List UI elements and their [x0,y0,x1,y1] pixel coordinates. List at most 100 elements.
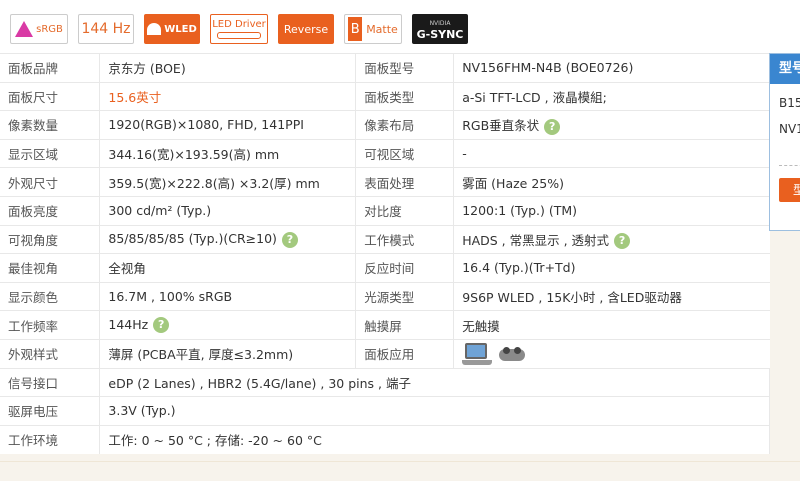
spec-row: 最佳视角 全视角 反应时间 16.4 (Typ.)(Tr+Td) [0,253,770,283]
spec-row: 面板尺寸 15.6英寸 面板类型 a-Si TFT-LCD , 液晶模組; [0,81,770,111]
spec-label: 信号接口 [0,367,101,397]
spec-value-text: 京东方 (BOE) [108,61,186,77]
spec-value-text: 雾面 (Haze 25%) [462,175,564,191]
spec-value: 全视角 [99,253,357,283]
spec-row: 工作频率 144Hz? 触摸屏 无触摸 [0,310,770,340]
spec-label: 面板尺寸 [0,81,101,111]
spec-row: 面板品牌 京东方 (BOE) 面板型号 NV156FHM-N4B (BOE0726) [0,53,770,83]
spec-value: 16.4 (Typ.)(Tr+Td) [453,253,770,283]
spec-label: 表面处理 [355,167,455,197]
wled-badge[interactable]: WLED [144,14,200,44]
spec-table-body: 面板品牌 京东方 (BOE) 面板型号 NV156FHM-N4B (BOE0726) 面… [0,53,770,454]
spec-row: 工作环境 工作: 0 ~ 50 °C ; 存储: -20 ~ 60 °C [0,424,770,454]
spec-value: - [453,138,770,168]
spec-value: eDP (2 Lanes) , HBR2 (5.4G/lane) , 30 pi… [99,367,770,397]
spec-value: 9S6P WLED , 15K小时 , 含LED驱动器 [453,281,770,311]
help-icon[interactable]: ? [614,233,631,250]
spec-label: 面板亮度 [0,195,101,226]
spec-row: 面板亮度 300 cd/m² (Typ.) 对比度 1200:1 (Typ.) (TM… [0,195,770,226]
model-search-input[interactable] [779,144,800,166]
spec-value: 15.6英寸 [99,81,357,111]
spec-label: 最佳视角 [0,253,101,283]
spec-value-text: - [462,146,467,162]
spec-label: 面板型号 [355,53,455,83]
spec-row: 信号接口 eDP (2 Lanes) , HBR2 (5.4G/lane) , 3… [0,367,770,397]
spec-label: 触摸屏 [355,310,455,340]
spec-label: 可视角度 [0,224,101,254]
spec-value-text: 359.5(宽)×222.8(高) ×3.2(厚) mm [108,175,320,191]
led-driver-label: LED Driver [212,19,266,30]
spec-label: 像素布局 [355,110,455,140]
model-search-button[interactable]: 型 [779,178,800,202]
spec-label: 外观样式 [0,338,101,369]
refresh-rate-label: 144 Hz [81,21,131,37]
spec-value: 300 cd/m² (Typ.) [99,195,357,226]
srgb-label: sRGB [36,23,63,35]
spec-value: 雾面 (Haze 25%) [453,167,770,197]
help-icon[interactable]: ? [153,317,170,334]
refresh-rate-badge[interactable]: 144 Hz [78,14,134,44]
gsync-label: G-SYNC [416,28,464,41]
help-icon[interactable]: ? [281,231,298,248]
badge-strip: sRGB 144 Hz WLED LED Driver Reverse B Ma… [0,0,800,53]
spec-value-text: 300 cd/m² (Typ.) [108,203,212,219]
laptop-screen-shape [465,342,488,359]
spec-label: 显示区域 [0,138,101,168]
spec-label: 对比度 [355,195,455,226]
spec-value-text: 144Hz [108,316,149,332]
spec-value: a-Si TFT-LCD , 液晶模組; [453,81,770,111]
spec-value-text: 344.16(宽)×193.59(高) mm [108,147,280,163]
spec-label: 面板类型 [355,81,455,111]
spec-label: 工作频率 [0,310,101,340]
color-gamut-icon [15,21,34,37]
spec-label: 工作模式 [355,224,455,254]
spec-value-text: 85/85/85/85 (Typ.)(CR≥10) [108,231,277,247]
spec-value: 144Hz? [99,310,357,340]
spec-value-text: 无触摸 [462,318,500,334]
spec-value: 工作: 0 ~ 50 °C ; 存储: -20 ~ 60 °C [99,424,770,454]
wled-label: WLED [164,23,197,35]
spec-value-text: 薄屏 (PCBA平直, 厚度≤3.2mm) [108,347,294,363]
spec-value: 京东方 (BOE) [99,53,357,83]
model-search-line-1[interactable]: B15 [770,96,800,110]
spec-value-text: HADS , 常黑显示 , 透射式 [462,232,610,248]
model-search-panel: 型号 B15 NV1 型 [769,53,800,231]
spec-value-text: 9S6P WLED , 15K小时 , 含LED驱动器 [462,290,682,306]
spec-label: 外观尺寸 [0,167,101,197]
spec-label: 驱屏电压 [0,396,101,426]
srgb-badge[interactable]: sRGB [10,14,68,44]
spec-value-text: 1200:1 (Typ.) (TM) [462,203,578,219]
spec-row: 像素数量 1920(RGB)×1080, FHD, 141PPI 像素布局 RGB垂直… [0,110,770,140]
spec-row: 可视角度 85/85/85/85 (Typ.)(CR≥10)? 工作模式 HADS ,… [0,224,770,254]
spec-value-text: 1920(RGB)×1080, FHD, 141PPI [108,117,304,133]
spec-row: 外观样式 薄屏 (PCBA平直, 厚度≤3.2mm) 面板应用 [0,338,770,369]
gsync-badge[interactable]: NVIDIA G-SYNC [412,14,468,44]
spec-label: 反应时间 [355,253,455,283]
spec-value-text: 16.7M , 100% sRGB [108,289,233,305]
help-icon[interactable]: ? [544,118,561,135]
spec-value: 344.16(宽)×193.59(高) mm [99,138,357,168]
spec-value-text: 15.6英寸 [108,89,162,105]
spec-value: RGB垂直条状? [453,110,770,140]
reverse-badge[interactable]: Reverse [278,14,334,44]
gamepad-stick-shape [503,346,511,354]
model-search-line-2[interactable]: NV1 [770,122,800,136]
matte-badge[interactable]: B Matte [344,14,402,44]
spec-value: 16.7M , 100% sRGB [99,281,357,311]
laptop-icon [462,342,493,366]
spec-label: 可视区域 [355,138,455,168]
spec-value-text: RGB垂直条状 [462,118,540,134]
spec-label: 面板品牌 [0,53,101,83]
laptop-base-shape [462,359,493,365]
spec-value-text: a-Si TFT-LCD , 液晶模組; [462,89,607,105]
spec-label: 面板应用 [355,338,455,369]
reverse-label: Reverse [283,22,329,36]
spec-value: 薄屏 (PCBA平直, 厚度≤3.2mm) [99,338,357,369]
spec-value: 无触摸 [453,310,770,340]
feature-badges: sRGB 144 Hz WLED LED Driver Reverse B Ma… [10,14,468,44]
spec-label: 工作环境 [0,424,101,454]
spec-row: 驱屏电压 3.3V (Typ.) [0,396,770,426]
spec-label: 像素数量 [0,110,101,140]
spec-table: 面板品牌 京东方 (BOE) 面板型号 NV156FHM-N4B (BOE0726) 面… [0,53,770,454]
led-driver-badge[interactable]: LED Driver [210,14,268,44]
